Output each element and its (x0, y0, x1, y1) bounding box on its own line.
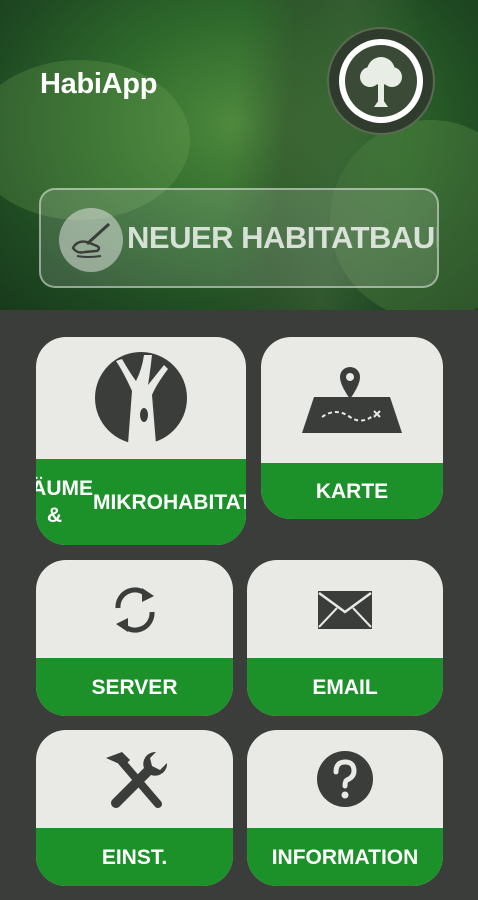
tile-label: INFORMATION (247, 828, 443, 886)
tree-logo-icon (360, 57, 402, 107)
map-icon (302, 367, 402, 433)
tile-label: BÄUME &MIKROHABITATE (36, 459, 246, 545)
envelope-icon (318, 591, 372, 629)
sync-icon (114, 587, 155, 633)
tile-server[interactable]: SERVER (36, 560, 233, 716)
tile-label: SERVER (36, 658, 233, 716)
header-banner: HabiApp NEUER HABITATBAUM (0, 0, 478, 310)
tile-settings[interactable]: EINST. (36, 730, 233, 886)
tile-label: EMAIL (247, 658, 443, 716)
question-icon (317, 751, 373, 807)
tile-trees-microhabitats[interactable]: BÄUME &MIKROHABITATE (36, 337, 246, 545)
tile-map[interactable]: KARTE (261, 337, 443, 519)
app-logo[interactable] (327, 27, 435, 135)
tools-icon (105, 751, 167, 808)
new-habitat-tree-button[interactable]: NEUER HABITATBAUM (39, 188, 439, 288)
tile-email[interactable]: EMAIL (247, 560, 443, 716)
tile-information[interactable]: INFORMATION (247, 730, 443, 886)
new-habitat-tree-label: NEUER HABITATBAUM (127, 220, 437, 255)
app-title: HabiApp (40, 68, 158, 100)
tile-label: KARTE (261, 463, 443, 519)
tile-label: EINST. (36, 828, 233, 886)
pencil-hand-icon (59, 208, 123, 272)
tree-trunk-icon (95, 352, 187, 444)
